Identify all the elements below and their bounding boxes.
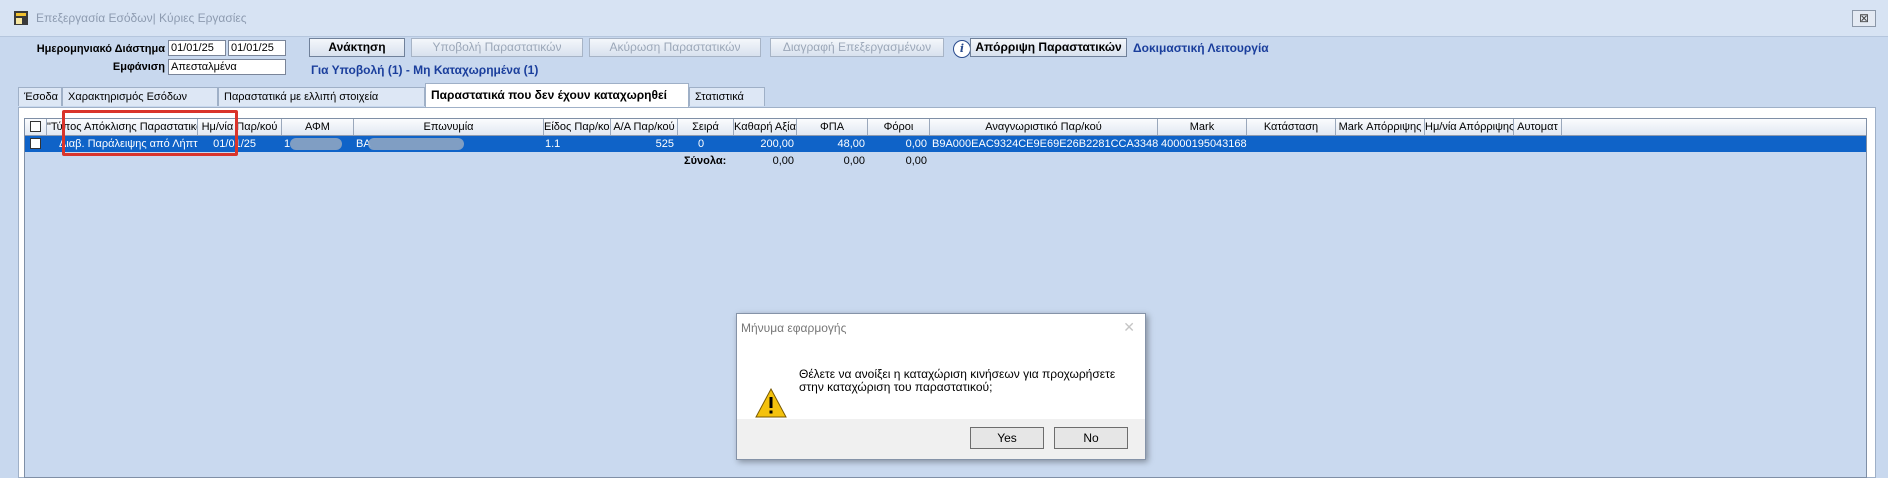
totals-taxes: 0,00 [905,155,927,167]
submit-documents-button[interactable]: Υποβολή Παραστατικών [411,38,583,57]
col-automatic[interactable]: Αυτοματ [1514,119,1562,135]
totals-label: Σύνολα: [684,155,727,167]
highlight-annotation [62,110,238,156]
col-doc-number[interactable]: Α/Α Παρ/κού [611,119,678,135]
row-vat: 48,00 [837,138,865,150]
col-doc-type[interactable]: Είδος Παρ/κού [544,119,611,135]
status-summary: Για Υποβολή (1) - Μη Καταχωρημένα (1) [311,63,539,77]
tab-incomplete-documents[interactable]: Παραστατικά με ελλιπή στοιχεία [218,87,425,106]
display-select[interactable]: Απεσταλμένα [168,59,286,75]
cancel-documents-button[interactable]: Ακύρωση Παραστατικών [589,38,761,57]
col-doc-id[interactable]: Αναγνωριστικό Παρ/κού [930,119,1158,135]
row-net-value: 200,00 [760,138,794,150]
reject-documents-button[interactable]: Απόρριψη Παραστατικών [970,38,1127,57]
col-name[interactable]: Επωνυμία [354,119,544,135]
row-series: 0 [697,138,705,150]
col-status[interactable]: Κατάσταση [1247,119,1336,135]
date-to-field[interactable]: 01/01/25 [228,40,286,56]
dialog-message: Θέλετε να ανοίξει η καταχώριση κινήσεων … [799,368,1129,394]
totals-vat: 0,00 [843,155,865,167]
col-net-value[interactable]: Καθαρή Αξία [734,119,797,135]
col-series[interactable]: Σειρά [678,119,734,135]
info-icon[interactable]: i [953,40,971,58]
row-mark: 400001950431685 [1161,138,1247,150]
tab-income-characterization[interactable]: Χαρακτηρισμός Εσόδων [62,87,218,106]
yes-button[interactable]: Yes [970,427,1044,449]
totals-net-value: 0,00 [772,155,794,167]
table-row[interactable]: Διαβ. Παράλειψης από Λήπτη 01/01/25 1 ΒΑ… [25,136,1866,152]
tab-income[interactable]: Έσοδα [18,87,62,106]
redacted-name [368,138,464,150]
col-taxes[interactable]: Φόροι [868,119,930,135]
app-icon [14,11,28,25]
grid-header: "Τύπος Απόκλισης Παραστατικού" Ημ/νία Πα… [25,119,1866,136]
dialog-close-icon[interactable]: ✕ [1123,319,1135,336]
dialog-titlebar: Μήνυμα εφαρμογής ✕ [737,314,1145,341]
window-title: Επεξεργασία Εσόδων| Κύριες Εργασίες [36,11,247,25]
window-titlebar: Επεξεργασία Εσόδων| Κύριες Εργασίες ⊠ [0,0,1888,37]
row-taxes: 0,00 [905,138,927,150]
col-mark[interactable]: Mark [1158,119,1247,135]
display-label: Εμφάνιση [112,61,165,73]
no-button[interactable]: No [1054,427,1128,449]
tab-unregistered-documents[interactable]: Παραστατικά που δεν έχουν καταχωρηθεί [425,83,689,107]
col-reject-mark[interactable]: Mark Απόρριψης [1336,119,1425,135]
delete-processed-button[interactable]: Διαγραφή Επεξεργασμένων [770,38,944,57]
retrieve-button[interactable]: Ανάκτηση [309,38,405,57]
tab-statistics[interactable]: Στατιστικά [689,87,765,106]
warning-icon [755,388,787,418]
col-reject-date[interactable]: Ημ/νία Απόρριψης [1425,119,1514,135]
message-dialog: Μήνυμα εφαρμογής ✕ Θέλετε να ανοίξει η κ… [736,313,1146,460]
select-all-checkbox[interactable] [30,121,41,132]
row-doc-type: 1.1 [545,138,561,150]
date-from-field[interactable]: 01/01/25 [168,40,226,56]
select-all-header[interactable] [25,119,47,135]
date-range-label: Ημερομηνιακό Διάστημα [36,43,165,55]
dialog-title: Μήνυμα εφαρμογής [741,321,847,335]
test-mode-label: Δοκιμαστική Λειτουργία [1133,41,1269,55]
col-afm[interactable]: ΑΦΜ [282,119,354,135]
dialog-body: Θέλετε να ανοίξει η καταχώριση κινήσεων … [737,341,1145,419]
row-checkbox[interactable] [30,138,41,149]
col-vat[interactable]: ΦΠΑ [797,119,868,135]
redacted-afm [290,138,342,150]
dialog-message-line-2: στην καταχώριση του παραστατικού; [799,380,993,394]
row-doc-number: 525 [655,138,674,150]
row-doc-id: B9A000EAC9324CE9E69E26B2281CCA3348EB3D89 [932,138,1158,150]
window-close-button[interactable]: ⊠ [1852,10,1876,27]
